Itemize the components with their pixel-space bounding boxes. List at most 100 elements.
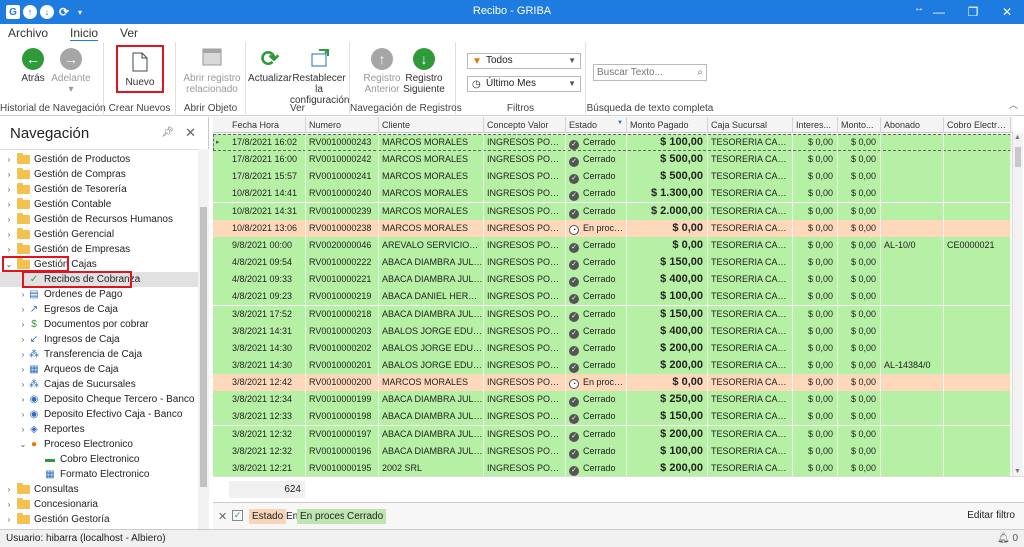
chevron-right-icon[interactable]: › (18, 407, 28, 422)
nav-folder[interactable]: › Gestión Contable (0, 197, 198, 212)
chevron-right-icon[interactable]: › (4, 512, 14, 527)
atras-button[interactable]: ← Atrás (12, 48, 54, 84)
nav-folder[interactable]: › Gestión de Recursos Humanos (0, 212, 198, 227)
table-row[interactable]: 4/8/2021 09:54 RV0010000222 ABACA DIAMBRA … (213, 254, 1011, 272)
table-row[interactable]: 4/8/2021 09:23 RV0010000219 ABACA DANIEL H… (213, 288, 1011, 306)
pin-icon[interactable]: 📌︎ (161, 127, 174, 138)
registro-siguiente-button[interactable]: ↓ Registro Siguiente (402, 48, 446, 95)
back-quick-icon[interactable]: ↑ (23, 5, 37, 19)
table-row[interactable]: 3/8/2021 12:34 RV0010000199 ABACA DIAMBRA … (213, 391, 1011, 409)
notifications[interactable]: 🔔︎ 0 (997, 530, 1018, 547)
chevron-right-icon[interactable]: › (4, 482, 14, 497)
tab-archivo[interactable]: Archivo (8, 24, 48, 42)
column-header[interactable]: Numero (306, 117, 379, 133)
chevron-right-icon[interactable]: › (18, 362, 28, 377)
filtro-estado-combo[interactable]: ▼ Todos ▼ (467, 53, 581, 69)
table-row[interactable]: 9/8/2021 00:00 RV0020000046 AREVALO SERVIC… (213, 236, 1011, 254)
table-row[interactable]: 4/8/2021 09:33 RV0010000221 ABACA DIAMBRA … (213, 271, 1011, 289)
table-row[interactable]: 3/8/2021 12:33 RV0010000198 ABACA DIAMBRA … (213, 408, 1011, 426)
column-header[interactable]: Cobro Electronico (944, 117, 1011, 133)
actualizar-button[interactable]: ⟳ Actualizar (248, 48, 292, 85)
nav-folder[interactable]: › Gestión de Compras (0, 167, 198, 182)
filter-field[interactable]: Estado (249, 509, 287, 524)
table-row[interactable]: 3/8/2021 14:30 RV0010000201 ABALOS JORGE E… (213, 356, 1011, 374)
nav-folder[interactable]: › Concesionaria (0, 497, 198, 512)
abrir-registro-button[interactable]: Abrir registro relacionado (182, 48, 242, 95)
nav-item[interactable]: › ⁂ Cajas de Sucursales (0, 377, 198, 392)
nav-item[interactable]: ⌄ ● Proceso Electronico (0, 437, 198, 452)
search-input[interactable]: Buscar Texto... ⌕ (593, 64, 707, 81)
chevron-down-icon[interactable]: ⌄ (18, 437, 28, 452)
chevron-right-icon[interactable]: › (4, 197, 14, 212)
nav-subitem[interactable]: ▬ Cobro Electronico (0, 452, 198, 467)
nav-folder[interactable]: › Consultas (0, 482, 198, 497)
maximize-button[interactable]: ❐ (956, 0, 990, 24)
registro-anterior-button[interactable]: ↑ Registro Anterior (362, 48, 402, 95)
chevron-right-icon[interactable]: › (18, 347, 28, 362)
filter-value-cerrado[interactable]: Cerrado (344, 509, 387, 524)
close-panel-icon[interactable]: ✕ (185, 125, 196, 141)
column-header[interactable]: Monto Pagado (627, 117, 708, 133)
close-button[interactable]: ✕ (990, 0, 1024, 24)
chevron-right-icon[interactable]: › (4, 212, 14, 227)
download-quick-icon[interactable]: ↓ (40, 5, 54, 19)
minimize-button[interactable]: — (922, 0, 956, 24)
column-header[interactable]: Monto... (838, 117, 881, 133)
chevron-right-icon[interactable]: › (4, 167, 14, 182)
table-row[interactable]: 3/8/2021 14:31 RV0010000203 ABALOS JORGE E… (213, 322, 1011, 340)
nav-folder[interactable]: › Gestión Gerencial (0, 227, 198, 242)
chevron-right-icon[interactable]: › (18, 332, 28, 347)
table-row[interactable]: 3/8/2021 12:32 RV0010000197 ABACA DIAMBRA … (213, 425, 1011, 443)
nav-folder[interactable]: › Gestión de Productos (0, 152, 198, 167)
table-row[interactable]: 17/8/2021 16:00 RV0010000242 MARCOS MORALE… (213, 151, 1011, 169)
column-header[interactable]: Caja Sucursal (708, 117, 793, 133)
nav-folder[interactable]: › Gestión de Tesorería (0, 182, 198, 197)
chevron-right-icon[interactable]: › (4, 152, 14, 167)
filtro-periodo-combo[interactable]: ◷ Último Mes ▼ (467, 76, 581, 92)
nav-item[interactable]: › ▤ Ordenes de Pago (0, 287, 198, 302)
chevron-right-icon[interactable]: › (4, 182, 14, 197)
table-row[interactable]: 3/8/2021 12:32 RV0010000196 ABACA DIAMBRA … (213, 442, 1011, 460)
chevron-right-icon[interactable]: › (4, 227, 14, 242)
table-row[interactable]: 10/8/2021 13:06 RV0010000238 MARCOS MORALE… (213, 219, 1011, 237)
column-header[interactable]: Fecha Hora (229, 117, 306, 133)
chevron-right-icon[interactable]: › (18, 422, 28, 437)
column-header[interactable]: Cliente (379, 117, 484, 133)
chevron-right-icon[interactable]: › (18, 377, 28, 392)
table-row[interactable]: 3/8/2021 14:30 RV0010000202 ABALOS JORGE E… (213, 339, 1011, 357)
nav-item[interactable]: › ◈ Reportes (0, 422, 198, 437)
nav-item[interactable]: › ◉ Deposito Efectivo Caja - Banco (0, 407, 198, 422)
nav-scrollbar[interactable] (198, 149, 209, 529)
column-header[interactable]: Interes... (793, 117, 838, 133)
collapse-ribbon-icon[interactable]: ︿ (1009, 98, 1018, 111)
tab-inicio[interactable]: Inicio (70, 24, 98, 42)
restablecer-button[interactable]: Restablecer la configuración (290, 48, 349, 106)
nav-item[interactable]: › ◉ Deposito Cheque Tercero - Banco (0, 392, 198, 407)
chevron-right-icon[interactable]: › (18, 302, 28, 317)
table-row[interactable]: 3/8/2021 12:42 RV0010000200 MARCOS MORALES… (213, 374, 1011, 392)
table-row[interactable]: 10/8/2021 14:41 RV0010000240 MARCOS MORALE… (213, 185, 1011, 203)
nav-item[interactable]: › ↗ Egresos de Caja (0, 302, 198, 317)
adelante-button[interactable]: → Adelante ▾ (50, 48, 92, 95)
edit-filter-link[interactable]: Editar filtro (967, 510, 1015, 521)
table-row[interactable]: 10/8/2021 14:31 RV0010000239 MARCOS MORALE… (213, 202, 1011, 220)
grid-scrollbar[interactable]: ▲ ▼ (1012, 133, 1023, 476)
table-row[interactable]: 3/8/2021 17:52 RV0010000218 ABACA DIAMBRA … (213, 305, 1011, 323)
clear-filter-icon[interactable]: ✕ (218, 510, 227, 523)
refresh-quick-icon[interactable]: ⟳ (57, 5, 71, 19)
customize-toolbar-icon[interactable]: ▾ (78, 8, 82, 17)
table-row[interactable]: ▸ 17/8/2021 16:02 RV0010000243 MARCOS MORAL… (213, 134, 1011, 151)
chevron-right-icon[interactable]: › (4, 497, 14, 512)
chevron-right-icon[interactable]: › (18, 392, 28, 407)
chevron-right-icon[interactable]: › (18, 317, 28, 332)
filter-enabled-checkbox[interactable]: ✓ (232, 510, 243, 521)
chevron-right-icon[interactable]: › (4, 242, 14, 257)
nav-folder[interactable]: › Gestión Gestoría (0, 512, 198, 527)
table-row[interactable]: 17/8/2021 15:57 RV0010000241 MARCOS MORALE… (213, 168, 1011, 186)
nav-item[interactable]: › ▦ Arqueos de Caja (0, 362, 198, 377)
nav-subitem[interactable]: ▦ Formato Electronico (0, 467, 198, 482)
nav-item[interactable]: › $ Documentos por cobrar (0, 317, 198, 332)
nav-item[interactable]: › ↙ Ingresos de Caja (0, 332, 198, 347)
table-row[interactable]: 3/8/2021 12:21 RV0010000195 2002 SRL INGRES… (213, 459, 1011, 477)
nav-item[interactable]: › ⁂ Transferencia de Caja (0, 347, 198, 362)
